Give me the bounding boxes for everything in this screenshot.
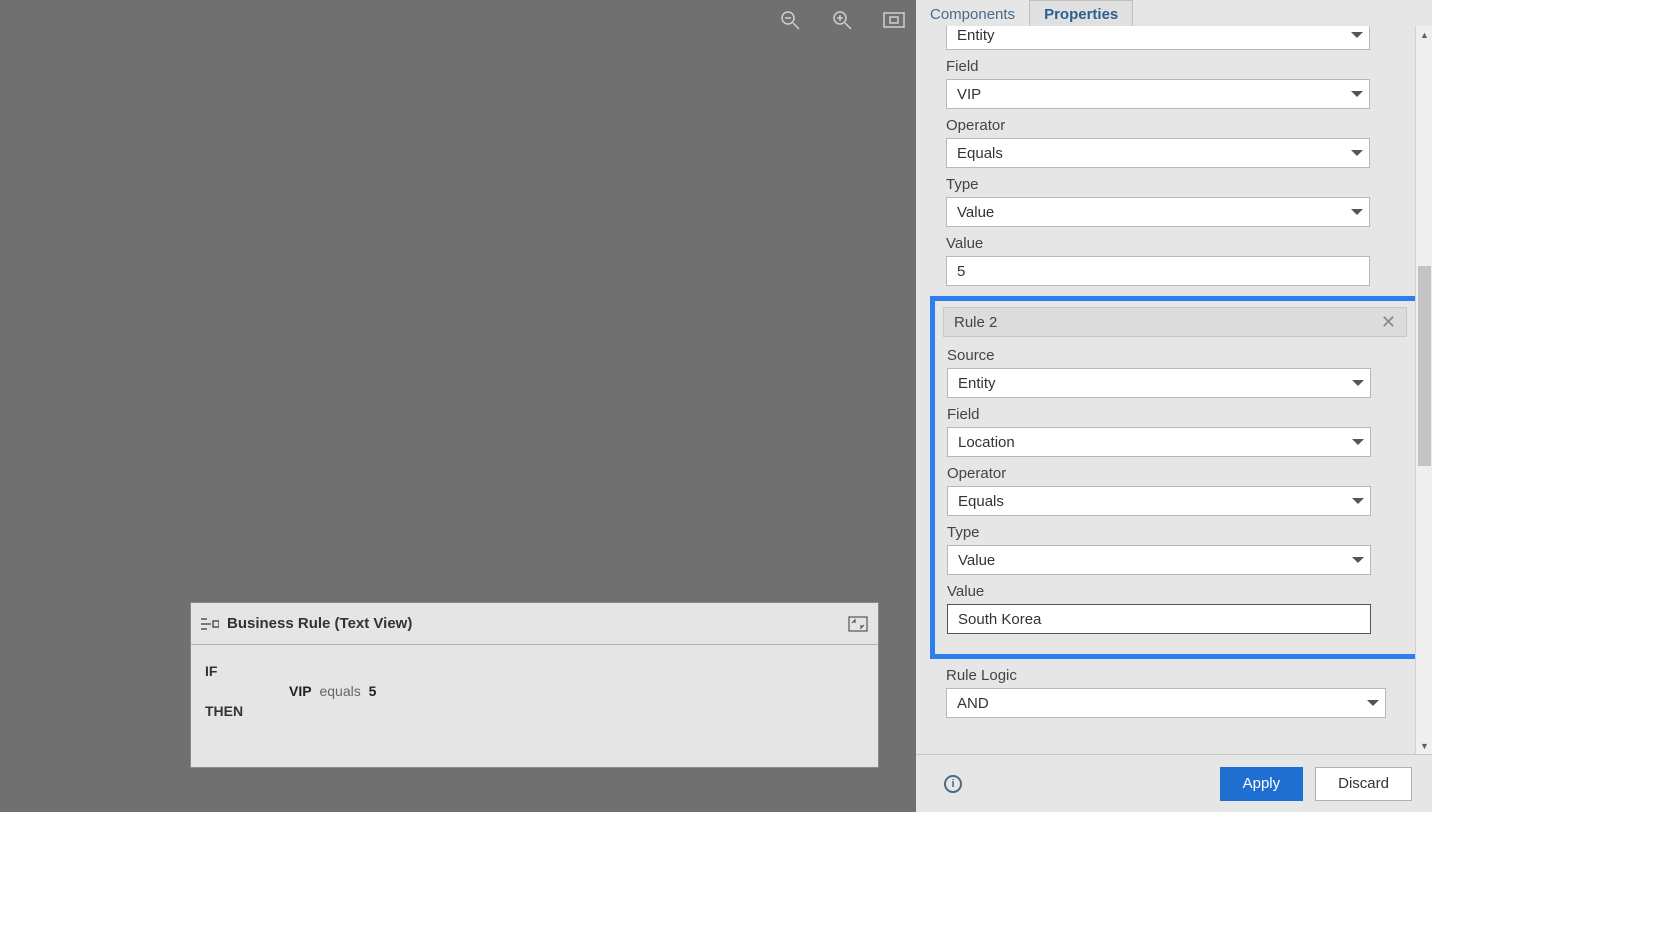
text-view-body: IF VIP equals 5 THEN (191, 645, 878, 733)
chevron-down-icon (1352, 439, 1364, 445)
business-rule-icon (201, 617, 219, 631)
rule2-source-value: Entity (958, 375, 996, 392)
text-view-header: Business Rule (Text View) (191, 603, 878, 645)
close-icon[interactable]: ✕ (1381, 313, 1396, 331)
rule-logic-label: Rule Logic (946, 667, 1418, 684)
bottom-strip (0, 812, 1680, 937)
scroll-thumb[interactable] (1418, 266, 1431, 466)
if-label: IF (205, 663, 864, 679)
rule1-source-value: Entity (957, 27, 995, 44)
expand-icon[interactable] (848, 616, 868, 632)
rule-logic-select[interactable]: AND (946, 688, 1386, 718)
tab-components[interactable]: Components (916, 0, 1029, 26)
rule-logic-value: AND (957, 695, 989, 712)
chevron-down-icon (1352, 498, 1364, 504)
rule1-value-label: Value (946, 235, 1418, 252)
if-expression: VIP equals 5 (289, 683, 864, 699)
properties-panel: Components Properties Entity Field VIP O… (916, 0, 1432, 812)
text-view-title: Business Rule (Text View) (227, 615, 412, 632)
scroll-down-arrow[interactable]: ▼ (1416, 737, 1433, 754)
right-gutter (1432, 0, 1680, 812)
rule2-title: Rule 2 (954, 314, 997, 331)
rule2-type-label: Type (947, 524, 1403, 541)
zoom-in-icon[interactable] (830, 8, 854, 32)
rule2-field-value: Location (958, 434, 1015, 451)
rule2-value-field[interactable] (958, 605, 1360, 633)
rule2-operator-select[interactable]: Equals (947, 486, 1371, 516)
fit-to-screen-icon[interactable] (882, 8, 906, 32)
chevron-down-icon (1367, 700, 1379, 706)
rule2-source-label: Source (947, 347, 1403, 364)
chevron-down-icon (1351, 91, 1363, 97)
rule2-type-value: Value (958, 552, 995, 569)
chevron-down-icon (1351, 32, 1363, 38)
chevron-down-icon (1352, 557, 1364, 563)
rule2-container: Rule 2 ✕ Source Entity Field Location Op… (930, 296, 1420, 659)
scroll-up-arrow[interactable]: ▲ (1416, 26, 1433, 43)
canvas-area: Business Rule (Text View) IF VIP equals … (0, 0, 916, 812)
rule1-operator-select[interactable]: Equals (946, 138, 1370, 168)
business-rule-text-view-panel: Business Rule (Text View) IF VIP equals … (190, 602, 879, 768)
rule1-value-field[interactable] (957, 257, 1359, 285)
rule1-type-select[interactable]: Value (946, 197, 1370, 227)
zoom-out-icon[interactable] (778, 8, 802, 32)
rule2-value-input[interactable] (947, 604, 1371, 634)
vertical-scrollbar[interactable]: ▲ ▼ (1415, 26, 1432, 754)
rule1-source-select[interactable]: Entity (946, 26, 1370, 50)
expr-field: VIP (289, 683, 312, 699)
rule2-field-label: Field (947, 406, 1403, 423)
rule1-type-value: Value (957, 204, 994, 221)
info-icon[interactable]: i (944, 775, 962, 793)
rule2-value-label: Value (947, 583, 1403, 600)
then-label: THEN (205, 703, 864, 719)
chevron-down-icon (1351, 150, 1363, 156)
rule1-type-label: Type (946, 176, 1418, 193)
canvas-toolbar (778, 8, 906, 32)
expr-operator: equals (319, 683, 360, 699)
chevron-down-icon (1351, 209, 1363, 215)
rule2-source-select[interactable]: Entity (947, 368, 1371, 398)
rule2-header: Rule 2 ✕ (943, 307, 1407, 337)
rule2-operator-label: Operator (947, 465, 1403, 482)
chevron-down-icon (1352, 380, 1364, 386)
properties-scroll: Entity Field VIP Operator Equals Type Va… (916, 26, 1432, 754)
apply-button[interactable]: Apply (1220, 767, 1304, 801)
tab-properties[interactable]: Properties (1029, 0, 1133, 26)
rule2-operator-value: Equals (958, 493, 1004, 510)
properties-footer: i Apply Discard (916, 754, 1432, 812)
rule1-field-value: VIP (957, 86, 981, 103)
rule1-operator-label: Operator (946, 117, 1418, 134)
tab-bar: Components Properties (916, 0, 1432, 26)
discard-button[interactable]: Discard (1315, 767, 1412, 801)
rule1-value-input[interactable] (946, 256, 1370, 286)
rule1-field-select[interactable]: VIP (946, 79, 1370, 109)
rule1-operator-value: Equals (957, 145, 1003, 162)
rule2-field-select[interactable]: Location (947, 427, 1371, 457)
expr-value: 5 (369, 683, 377, 699)
rule1-field-label: Field (946, 58, 1418, 75)
rule2-type-select[interactable]: Value (947, 545, 1371, 575)
